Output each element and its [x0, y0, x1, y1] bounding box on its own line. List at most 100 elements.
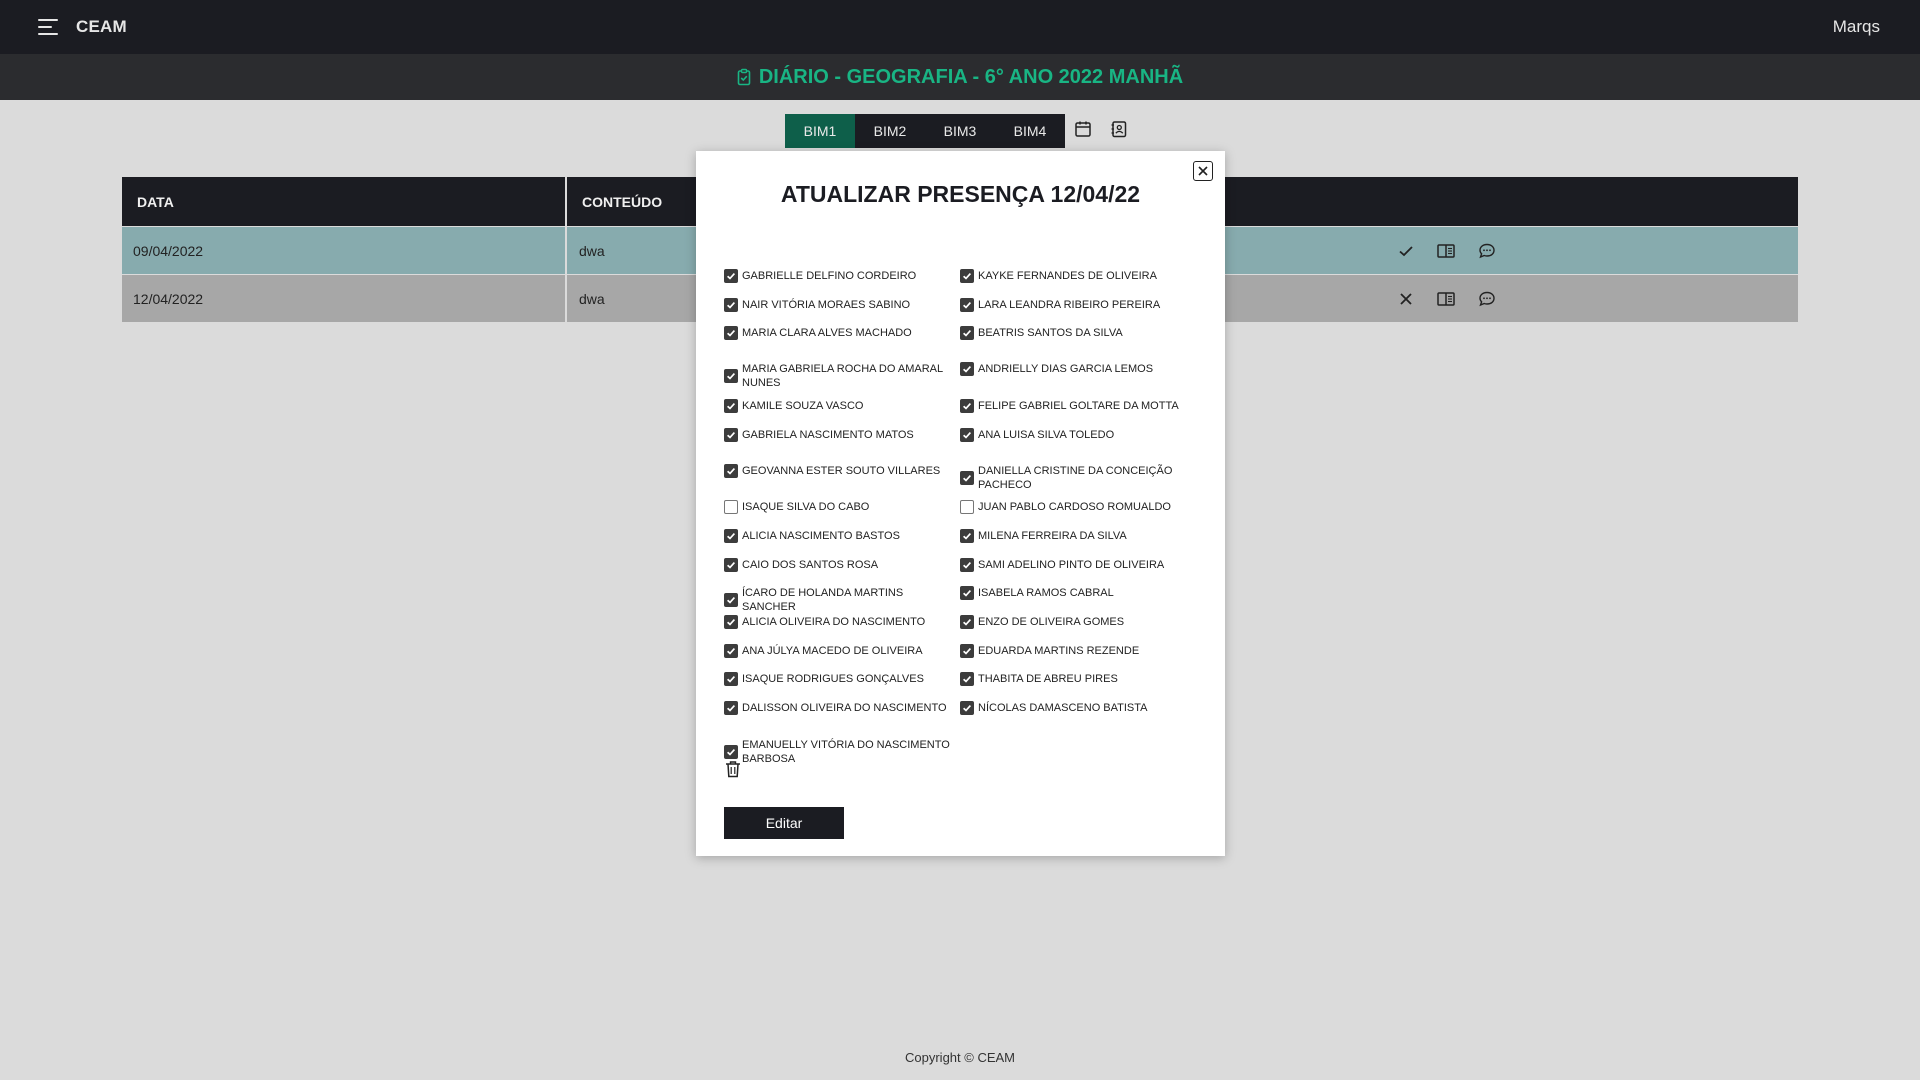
- student-attendance-item[interactable]: ÍCARO DE HOLANDA MARTINS SANCHER: [724, 586, 960, 614]
- student-attendance-item[interactable]: THABITA DE ABREU PIRES: [960, 672, 1196, 686]
- calendar-icon[interactable]: [1074, 120, 1092, 138]
- tab-bim4[interactable]: BIM4: [995, 114, 1065, 148]
- student-attendance-item[interactable]: LARA LEANDRA RIBEIRO PEREIRA: [960, 298, 1196, 312]
- checkbox-checked[interactable]: [960, 298, 974, 312]
- checkbox-checked[interactable]: [960, 701, 974, 715]
- student-name: ÍCARO DE HOLANDA MARTINS SANCHER: [742, 587, 904, 613]
- student-attendance-item[interactable]: JUAN PABLO CARDOSO ROMUALDO: [960, 500, 1196, 514]
- student-attendance-item[interactable]: DALISSON OLIVEIRA DO NASCIMENTO: [724, 701, 960, 715]
- checkbox-checked[interactable]: [960, 586, 974, 600]
- clipboard-check-icon: [737, 68, 751, 86]
- tab-bim1[interactable]: BIM1: [785, 114, 855, 148]
- student-name: FELIPE GABRIEL GOLTARE DA MOTTA: [978, 400, 1179, 412]
- chat-bubble-icon[interactable]: [1477, 241, 1497, 261]
- student-attendance-item[interactable]: NÍCOLAS DAMASCENO BATISTA: [960, 701, 1196, 715]
- student-attendance-item[interactable]: ISAQUE SILVA DO CABO: [724, 500, 960, 514]
- checkbox-checked[interactable]: [960, 672, 974, 686]
- checkbox-unchecked[interactable]: [960, 500, 974, 514]
- check-icon[interactable]: [1396, 241, 1416, 261]
- checkbox-checked[interactable]: [724, 644, 738, 658]
- student-attendance-item[interactable]: ANDRIELLY DIAS GARCIA LEMOS: [960, 362, 1196, 376]
- checkbox-checked[interactable]: [724, 369, 738, 383]
- tab-bim2[interactable]: BIM2: [855, 114, 925, 148]
- student-name: SAMI ADELINO PINTO DE OLIVEIRA: [978, 559, 1165, 571]
- edit-button[interactable]: Editar: [724, 807, 844, 839]
- student-attendance-item[interactable]: GEOVANNA ESTER SOUTO VILLARES: [724, 464, 960, 478]
- student-name: GABRIELA NASCIMENTO MATOS: [742, 429, 914, 441]
- checkbox-checked[interactable]: [960, 326, 974, 340]
- checkbox-checked[interactable]: [724, 558, 738, 572]
- student-attendance-item[interactable]: EMANUELLY VITÓRIA DO NASCIMENTO BARBOSA: [724, 738, 960, 766]
- student-attendance-item[interactable]: GABRIELLE DELFINO CORDEIRO: [724, 269, 960, 283]
- checkbox-unchecked[interactable]: [724, 500, 738, 514]
- student-attendance-item[interactable]: SAMI ADELINO PINTO DE OLIVEIRA: [960, 558, 1196, 572]
- user-name[interactable]: Marqs: [1833, 17, 1880, 37]
- checkbox-checked[interactable]: [724, 529, 738, 543]
- student-attendance-item[interactable]: ANA LUISA SILVA TOLEDO: [960, 428, 1196, 442]
- student-name: DALISSON OLIVEIRA DO NASCIMENTO: [742, 702, 947, 714]
- student-attendance-item[interactable]: FELIPE GABRIEL GOLTARE DA MOTTA: [960, 399, 1196, 413]
- x-icon[interactable]: [1396, 289, 1416, 309]
- student-attendance-item[interactable]: MARIA GABRIELA ROCHA DO AMARAL NUNES: [724, 362, 960, 390]
- open-book-icon[interactable]: [1436, 241, 1456, 261]
- student-attendance-item[interactable]: DANIELLA CRISTINE DA CONCEIÇÃO PACHECO: [960, 464, 1196, 492]
- checkbox-checked[interactable]: [960, 269, 974, 283]
- trash-icon[interactable]: [725, 760, 741, 778]
- student-name: CAIO DOS SANTOS ROSA: [742, 559, 879, 571]
- checkbox-checked[interactable]: [960, 615, 974, 629]
- checkbox-checked[interactable]: [724, 745, 738, 759]
- student-name: ANDRIELLY DIAS GARCIA LEMOS: [978, 363, 1154, 375]
- close-button[interactable]: [1193, 161, 1213, 181]
- student-attendance-item[interactable]: EDUARDA MARTINS REZENDE: [960, 644, 1196, 658]
- student-name: THABITA DE ABREU PIRES: [978, 673, 1118, 685]
- contact-book-icon[interactable]: [1110, 120, 1128, 138]
- student-attendance-item[interactable]: KAMILE SOUZA VASCO: [724, 399, 960, 413]
- student-name: DANIELLA CRISTINE DA CONCEIÇÃO PACHECO: [978, 465, 1173, 491]
- brand-logo-text[interactable]: CEAM: [76, 17, 127, 37]
- top-navbar: CEAM Marqs: [0, 0, 1920, 54]
- tab-bim3[interactable]: BIM3: [925, 114, 995, 148]
- checkbox-checked[interactable]: [724, 701, 738, 715]
- student-attendance-item[interactable]: ANA JÚLYA MACEDO DE OLIVEIRA: [724, 644, 960, 658]
- student-attendance-item[interactable]: GABRIELA NASCIMENTO MATOS: [724, 428, 960, 442]
- student-name: BEATRIS SANTOS DA SILVA: [978, 327, 1123, 339]
- checkbox-checked[interactable]: [960, 428, 974, 442]
- student-name: NÍCOLAS DAMASCENO BATISTA: [978, 702, 1148, 714]
- checkbox-checked[interactable]: [724, 615, 738, 629]
- checkbox-checked[interactable]: [960, 644, 974, 658]
- checkbox-checked[interactable]: [724, 269, 738, 283]
- checkbox-checked[interactable]: [724, 464, 738, 478]
- student-attendance-item[interactable]: KAYKE FERNANDES DE OLIVEIRA: [960, 269, 1196, 283]
- checkbox-checked[interactable]: [724, 672, 738, 686]
- student-attendance-item[interactable]: MILENA FERREIRA DA SILVA: [960, 529, 1196, 543]
- checkbox-checked[interactable]: [960, 529, 974, 543]
- student-attendance-item[interactable]: ISAQUE RODRIGUES GONÇALVES: [724, 672, 960, 686]
- student-attendance-item[interactable]: ISABELA RAMOS CABRAL: [960, 586, 1196, 600]
- student-attendance-item[interactable]: BEATRIS SANTOS DA SILVA: [960, 326, 1196, 340]
- student-name: MILENA FERREIRA DA SILVA: [978, 530, 1127, 542]
- chat-bubble-icon[interactable]: [1477, 289, 1497, 309]
- checkbox-checked[interactable]: [960, 362, 974, 376]
- student-attendance-item[interactable]: ENZO DE OLIVEIRA GOMES: [960, 615, 1196, 629]
- checkbox-checked[interactable]: [724, 399, 738, 413]
- student-attendance-item[interactable]: ALICIA OLIVEIRA DO NASCIMENTO: [724, 615, 960, 629]
- student-name: ENZO DE OLIVEIRA GOMES: [978, 616, 1125, 628]
- cell-data: 09/04/2022: [122, 227, 567, 274]
- checkbox-checked[interactable]: [724, 298, 738, 312]
- student-attendance-item[interactable]: CAIO DOS SANTOS ROSA: [724, 558, 960, 572]
- checkbox-checked[interactable]: [960, 558, 974, 572]
- checkbox-checked[interactable]: [724, 428, 738, 442]
- student-name: ANA JÚLYA MACEDO DE OLIVEIRA: [742, 645, 923, 657]
- checkbox-checked[interactable]: [960, 399, 974, 413]
- hamburger-menu-icon[interactable]: [38, 19, 58, 36]
- checkbox-checked[interactable]: [724, 593, 738, 607]
- checkbox-checked[interactable]: [724, 326, 738, 340]
- checkbox-checked[interactable]: [960, 471, 974, 485]
- student-attendance-item[interactable]: ALICIA NASCIMENTO BASTOS: [724, 529, 960, 543]
- student-attendance-item[interactable]: NAIR VITÓRIA MORAES SABINO: [724, 298, 960, 312]
- student-name: ANA LUISA SILVA TOLEDO: [978, 429, 1115, 441]
- open-book-icon[interactable]: [1436, 289, 1456, 309]
- student-attendance-item[interactable]: MARIA CLARA ALVES MACHADO: [724, 326, 960, 340]
- page-title-bar: DIÁRIO - GEOGRAFIA - 6° ANO 2022 MANHÃ: [0, 54, 1920, 100]
- close-icon: [1198, 166, 1208, 176]
